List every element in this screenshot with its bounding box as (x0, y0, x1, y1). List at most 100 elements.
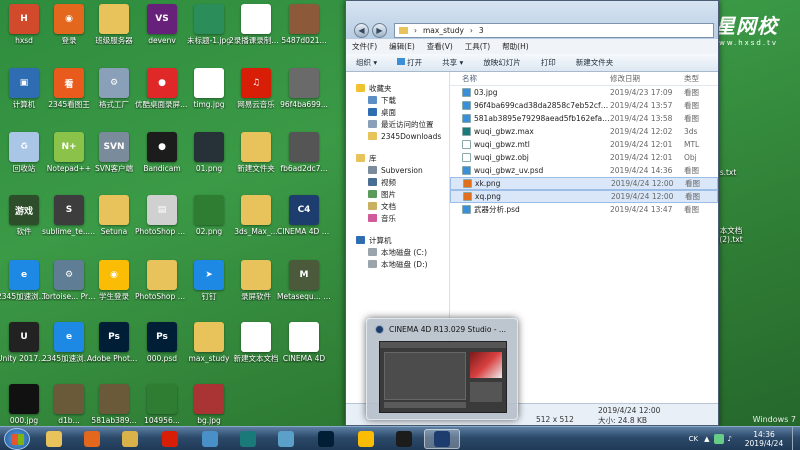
ime-indicator[interactable]: CK (689, 435, 698, 443)
desktop-icon-image: ♫ (241, 68, 271, 98)
3dsmax-icon (240, 431, 256, 447)
new-folder-button[interactable]: 新建文件夹 (576, 57, 614, 68)
nav-computer[interactable]: 计算机 (346, 234, 449, 246)
menu-tools[interactable]: 工具(T) (465, 41, 490, 52)
taskbar-firefox-button[interactable] (74, 429, 110, 449)
taskbar-3dsmax-button[interactable] (230, 429, 266, 449)
slideshow-button[interactable]: 放映幻灯片 (483, 57, 521, 68)
nav-music[interactable]: 音乐 (346, 212, 449, 224)
desktop-icon[interactable]: 96f4ba699... (276, 68, 332, 109)
breadcrumb-item[interactable]: 3 (479, 26, 484, 35)
menu-view[interactable]: 查看(V) (427, 41, 453, 52)
file-name-cell: wuqi_gbwz.mtl (450, 140, 610, 149)
nav-library[interactable]: 库 (346, 152, 449, 164)
desktop-icon-image (289, 68, 319, 98)
menu-file[interactable]: 文件(F) (352, 41, 377, 52)
column-name[interactable]: 名称 (450, 73, 610, 84)
nav-desktop[interactable]: 桌面 (346, 106, 449, 118)
desktop-icon[interactable]: bg.jpg (181, 384, 237, 425)
share-button[interactable]: 共享 ▾ (442, 57, 463, 68)
volume-icon[interactable]: ♪ (728, 435, 732, 443)
nav-favorites[interactable]: 收藏夹 (346, 82, 449, 94)
desktop-icon-image: 看 (54, 68, 84, 98)
clock[interactable]: 14:36 2019/4/24 (736, 430, 792, 448)
column-date[interactable]: 修改日期 (610, 73, 684, 84)
file-icon (462, 166, 471, 175)
computer-icon (356, 236, 365, 244)
nav-downloads[interactable]: 下载 (346, 94, 449, 106)
taskbar-thumbnail-preview[interactable]: CINEMA 4D R13.029 Studio - ... (366, 318, 518, 420)
taskbar-netease-button[interactable] (152, 429, 188, 449)
file-row[interactable]: xq.png 2019/4/24 12:00 看图 (450, 190, 718, 203)
file-row[interactable]: wuqi_gbwz_uv.psd 2019/4/24 14:36 看图 (450, 164, 718, 177)
file-name-cell: xk.png (451, 179, 611, 188)
chrome-icon (358, 431, 374, 447)
desktop-icon-label: bg.jpg (197, 416, 221, 425)
taskbar-folder-button[interactable] (112, 429, 148, 449)
cinema4d-icon (375, 324, 384, 334)
window-titlebar[interactable]: ◀ ▶ › max_study › 3 (346, 1, 718, 39)
organize-button[interactable]: 组织 ▾ (356, 57, 377, 68)
nav-subversion[interactable]: Subversion (346, 164, 449, 176)
open-icon (397, 58, 406, 65)
desktop-icon-image (54, 384, 84, 414)
network-icon[interactable] (713, 434, 724, 444)
open-button[interactable]: 打开 (397, 57, 422, 68)
show-desktop-button[interactable] (792, 427, 800, 450)
start-button[interactable] (4, 428, 30, 450)
desktop-icon-image (99, 4, 129, 34)
folder-icon (399, 27, 408, 34)
desktop-icon-image: Ps (147, 322, 177, 352)
file-row[interactable]: 96f4ba699cad38da2858c7eb52cf92b... 2019/4… (450, 99, 718, 112)
taskbar-generic-button[interactable] (268, 429, 304, 449)
desktop-icon-image (194, 132, 224, 162)
desktop-icon[interactable]: C4 CINEMA 4D 64 Bit.exe ... (276, 195, 332, 236)
desktop-icon[interactable]: 5487d021... (276, 4, 332, 45)
column-type[interactable]: 类型 (684, 73, 714, 84)
file-row[interactable]: 581ab3895e79298aead5fb162efa574... 2019/4… (450, 112, 718, 125)
file-type: 3ds (684, 127, 698, 136)
netease-music-icon (162, 431, 178, 447)
taskbar-photos-button[interactable] (192, 429, 228, 449)
open-label: 打开 (407, 58, 423, 67)
file-name: 581ab3895e79298aead5fb162efa574... (474, 114, 610, 123)
taskbar-chrome-button[interactable] (348, 429, 384, 449)
file-row[interactable]: wuqi_gbwz.max 2019/4/24 12:02 3ds (450, 125, 718, 138)
tray-arrow-icon[interactable]: ▲ (704, 435, 709, 443)
breadcrumb-item[interactable]: max_study (423, 26, 464, 35)
nav-disk-c[interactable]: 本地磁盘 (C:) (346, 246, 449, 258)
taskbar-explorer-button[interactable] (36, 429, 72, 449)
file-rows: 03.jpg 2019/4/23 17:09 看图 96f4ba699cad38da2… (450, 86, 718, 216)
desktop-icon-image (147, 260, 177, 290)
file-row[interactable]: 武器分析.psd 2019/4/24 13:47 看图 (450, 203, 718, 216)
file-row[interactable]: xk.png 2019/4/24 12:00 看图 (450, 177, 718, 190)
file-icon (462, 140, 471, 149)
photoshop-icon (318, 431, 334, 447)
back-button[interactable]: ◀ (354, 23, 369, 38)
file-icon (462, 153, 471, 162)
print-button[interactable]: 打印 (541, 57, 556, 68)
nav-recent[interactable]: 最近访问的位置 (346, 118, 449, 130)
address-bar[interactable]: › max_study › 3 (394, 23, 714, 38)
desktop-icon-image: ➤ (194, 260, 224, 290)
menu-help[interactable]: 帮助(H) (502, 41, 529, 52)
nav-documents[interactable]: 文档 (346, 200, 449, 212)
desktop-icon[interactable]: CINEMA 4D (276, 322, 332, 363)
desktop-icon[interactable]: M Metasequ... 4 (64bit) (276, 260, 332, 301)
taskbar-photoshop-button[interactable] (308, 429, 344, 449)
nav-disk-d[interactable]: 本地磁盘 (D:) (346, 258, 449, 270)
desktop-icon[interactable]: fb6ad2dc7... (276, 132, 332, 173)
nav-videos[interactable]: 视频 (346, 176, 449, 188)
nav-label: 2345Downloads (381, 131, 442, 141)
file-row[interactable]: wuqi_gbwz.obj 2019/4/24 12:01 Obj (450, 151, 718, 164)
menu-edit[interactable]: 编辑(E) (389, 41, 415, 52)
file-row[interactable]: 03.jpg 2019/4/23 17:09 看图 (450, 86, 718, 99)
nav-pictures[interactable]: 图片 (346, 188, 449, 200)
taskbar-cinema4d-button[interactable] (424, 429, 460, 449)
nav-2345downloads[interactable]: 2345Downloads (346, 130, 449, 142)
nav-label: 本地磁盘 (C:) (381, 247, 427, 257)
forward-button[interactable]: ▶ (372, 23, 387, 38)
taskbar-bandicam-button[interactable] (386, 429, 422, 449)
file-row[interactable]: wuqi_gbwz.mtl 2019/4/24 12:01 MTL (450, 138, 718, 151)
system-tray: CK ▲ ♪ 14:36 2019/4/24 (689, 427, 800, 450)
